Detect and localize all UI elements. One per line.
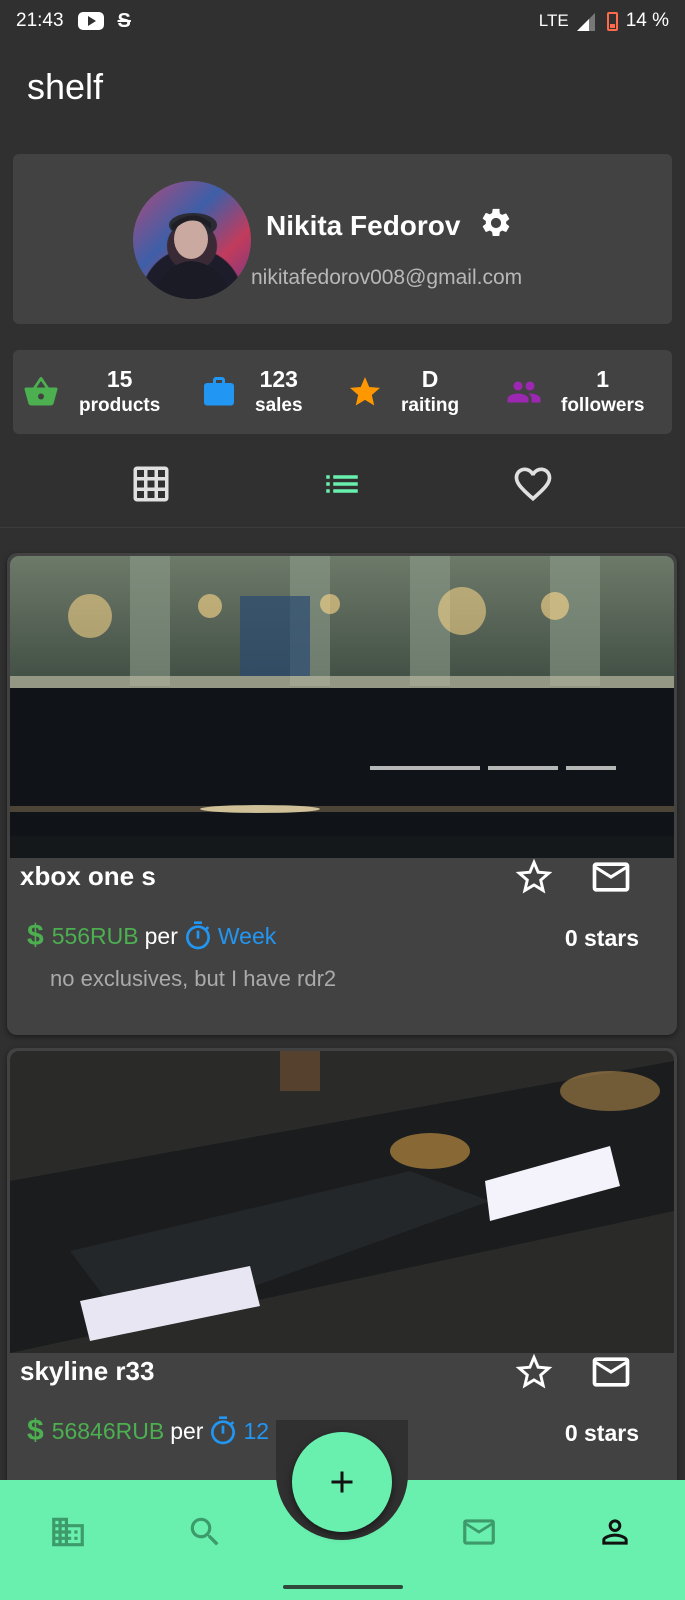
youtube-icon xyxy=(77,12,104,30)
signal-icon xyxy=(576,13,595,31)
product-title: xbox one s xyxy=(20,861,156,891)
period: Week xyxy=(217,922,277,949)
price: 556RUB xyxy=(51,922,139,949)
network-type: LTE xyxy=(538,11,569,30)
status-time: 21:43 xyxy=(16,10,64,31)
s-icon: S xyxy=(117,9,131,32)
period: 12 xyxy=(243,1417,270,1444)
stat-label: raiting xyxy=(401,395,460,416)
star-icon xyxy=(350,377,380,406)
mail-icon xyxy=(463,1519,495,1545)
stat-label: products xyxy=(79,395,161,416)
star-outline-icon[interactable] xyxy=(512,855,556,899)
plus-icon xyxy=(331,1471,353,1493)
stat-followers[interactable]: 1 followers xyxy=(505,350,644,434)
stat-label: sales xyxy=(255,395,303,416)
nav-messages[interactable] xyxy=(459,1512,499,1552)
list-icon xyxy=(326,475,358,493)
stat-sales[interactable]: 123 sales xyxy=(201,350,303,434)
mail-icon[interactable] xyxy=(589,855,633,899)
star-outline-icon[interactable] xyxy=(512,1350,556,1394)
per-label: per xyxy=(144,922,178,949)
product-image[interactable] xyxy=(10,556,674,858)
nav-home[interactable] xyxy=(48,1512,88,1552)
home-indicator xyxy=(283,1585,403,1589)
dollar-icon: $ xyxy=(27,1414,44,1447)
tab-grid[interactable] xyxy=(127,460,175,508)
stars-count: 0 stars xyxy=(564,925,639,951)
person-icon xyxy=(602,1519,628,1545)
product-image[interactable] xyxy=(10,1051,674,1353)
grid-icon xyxy=(133,466,169,502)
nav-profile[interactable] xyxy=(595,1512,635,1552)
timer-icon xyxy=(211,1416,236,1445)
stat-products[interactable]: 15 products xyxy=(23,350,160,434)
heart-icon xyxy=(514,467,552,502)
add-product-button[interactable] xyxy=(292,1432,392,1532)
price-row: $ 556RUB per Week xyxy=(27,919,276,953)
product-card[interactable]: xbox one s $ 556RUB per Week 0 stars no … xyxy=(7,553,677,1035)
search-icon xyxy=(190,1517,219,1546)
briefcase-icon xyxy=(204,377,234,406)
stat-rating[interactable]: D raiting xyxy=(347,350,459,434)
app-title: shelf xyxy=(27,66,104,107)
nav-search[interactable] xyxy=(185,1512,225,1552)
price: 56846RUB xyxy=(51,1417,165,1444)
people-icon xyxy=(507,381,541,403)
stat-value: 15 xyxy=(106,366,133,392)
timer-icon xyxy=(185,921,210,950)
stat-label: followers xyxy=(561,395,645,416)
profile-card: Nikita Fedorov nikitafedorov008@gmail.co… xyxy=(13,154,672,324)
basket-icon xyxy=(24,376,58,406)
profile-name: Nikita Fedorov xyxy=(266,210,461,241)
gear-icon[interactable] xyxy=(479,206,513,240)
tab-list[interactable] xyxy=(318,460,366,508)
stat-value: 1 xyxy=(596,366,610,392)
view-tabs xyxy=(0,452,685,528)
product-title: skyline r33 xyxy=(20,1356,155,1386)
profile-email: nikitafedorov008@gmail.com xyxy=(251,266,523,289)
product-description: no exclusives, but I have rdr2 xyxy=(50,966,337,991)
tab-favorites[interactable] xyxy=(509,460,557,508)
stat-value: 123 xyxy=(259,366,298,392)
avatar[interactable] xyxy=(133,181,251,299)
per-label: per xyxy=(170,1417,204,1444)
status-bar: 21:43 S LTE 14 % xyxy=(0,0,685,42)
price-row: $ 56846RUB per 12 xyxy=(27,1414,269,1448)
stars-count: 0 stars xyxy=(564,1420,639,1446)
dollar-icon: $ xyxy=(27,919,44,952)
stat-value: D xyxy=(421,366,439,392)
battery-icon xyxy=(606,11,618,31)
stats-card: 15 products 123 sales D raiting 1 follow… xyxy=(13,350,672,434)
battery-level: 14 % xyxy=(625,10,669,31)
building-icon xyxy=(52,1517,84,1547)
mail-icon[interactable] xyxy=(589,1350,633,1394)
